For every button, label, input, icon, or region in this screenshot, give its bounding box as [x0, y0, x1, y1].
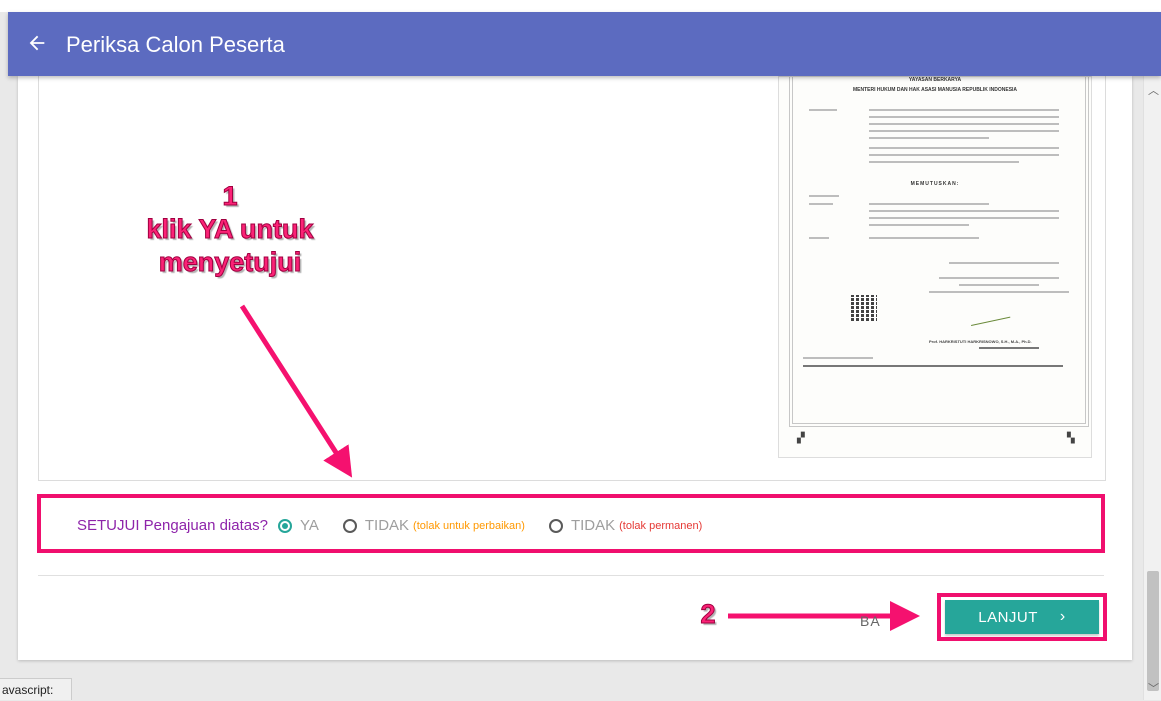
lanjut-button-label: LANJUT	[978, 608, 1038, 626]
back-button-partial[interactable]: BA	[860, 613, 881, 629]
chevron-right-icon: ›	[1059, 608, 1066, 625]
browser-status-bar: avascript:	[0, 678, 72, 700]
radio-selected-icon[interactable]	[277, 518, 292, 533]
radio-hint-perbaikan: (tolak untuk perbaikan)	[413, 519, 525, 532]
lanjut-button[interactable]: LANJUT ›	[945, 600, 1099, 634]
radio-hint-permanen: (tolak permanen)	[619, 519, 703, 532]
radio-label-tidak: TIDAK	[364, 517, 410, 534]
approval-radio-group: SETUJUI Pengajuan diatas? YA TIDAK (tola…	[77, 517, 726, 534]
radio-unselected-icon[interactable]	[342, 518, 357, 533]
annotation-step2-number: 2	[700, 599, 716, 630]
radio-label-ya: YA	[299, 517, 319, 534]
page-title: Periksa Calon Peserta	[66, 32, 285, 57]
radio-unselected-icon[interactable]	[548, 518, 563, 533]
radio-option-tidak-perbaikan[interactable]: TIDAK (tolak untuk perbaikan)	[342, 517, 525, 534]
radio-option-ya[interactable]: YA	[277, 517, 319, 534]
footer-divider	[38, 575, 1104, 576]
back-arrow-icon[interactable]	[22, 28, 52, 58]
approval-question: SETUJUI Pengajuan diatas?	[77, 517, 268, 534]
arrow-to-ya-option	[239, 304, 353, 478]
approval-highlight-box: SETUJUI Pengajuan diatas? YA TIDAK (tola…	[37, 494, 1105, 553]
radio-option-tidak-permanen[interactable]: TIDAK (tolak permanen)	[548, 517, 703, 534]
app-bar: Periksa Calon Peserta	[8, 12, 1161, 76]
radio-label-tidak: TIDAK	[570, 517, 616, 534]
